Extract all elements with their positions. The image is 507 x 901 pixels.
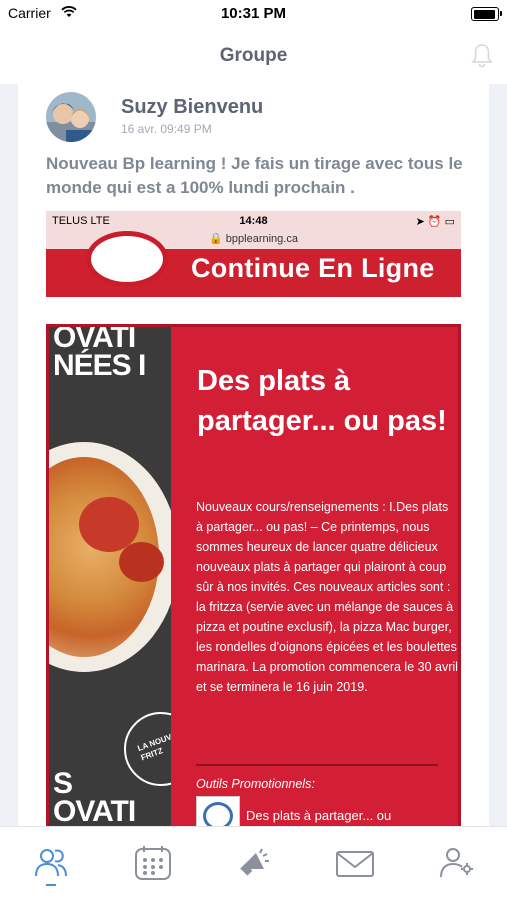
tab-messages[interactable]	[304, 827, 405, 901]
status-bar: Carrier 10:31 PM	[0, 0, 507, 28]
megaphone-icon	[240, 848, 269, 876]
clock: 10:31 PM	[220, 5, 287, 22]
avatar[interactable]	[46, 92, 96, 142]
promo-tools-item: Des plats à partager... ou	[246, 808, 392, 823]
fritzza-stamp: LA NOUVELLE FRITZ	[124, 712, 171, 786]
attachment-image-1[interactable]: TELUS LTE 14:48 ➤ ⏰ ▭ 🔒 bpplearning.ca C…	[46, 211, 461, 297]
group-icon	[35, 849, 67, 877]
screenshot-banner: Continue En Ligne	[46, 231, 461, 297]
screenshot-time: 14:48	[239, 215, 268, 227]
mail-icon	[336, 851, 374, 877]
tab-group[interactable]	[0, 827, 101, 901]
banner-text: Continue En Ligne	[191, 253, 435, 283]
calendar-icon	[135, 846, 171, 880]
screenshot-status-icons: ➤ ⏰ ▭	[415, 216, 455, 228]
post-text: Nouveau Bp learning ! Je fais un tirage …	[46, 154, 463, 197]
nav-bar: Groupe	[0, 28, 507, 84]
attachment-image-2[interactable]: OVATI NÉES I LA NOUVELLE FRITZ S OVATI D…	[46, 324, 461, 826]
promo-photo-text: NÉES I	[53, 349, 146, 382]
promo-photo: OVATI NÉES I LA NOUVELLE FRITZ S OVATI	[49, 327, 171, 826]
battery-icon	[471, 7, 502, 21]
tab-announcements[interactable]	[203, 827, 304, 901]
promo-body: Nouveaux cours/renseignements : I.Des pl…	[196, 500, 458, 694]
promo-thumbnail	[196, 796, 240, 826]
post-date: 16 avr. 09:49 PM	[121, 122, 212, 136]
brand-logo-icon	[86, 231, 168, 287]
tab-bar	[0, 826, 507, 901]
promo-tools-label: Outils Promotionnels:	[196, 777, 315, 791]
screenshot-status-bar: TELUS LTE 14:48 ➤ ⏰ ▭	[46, 211, 461, 231]
post-author[interactable]: Suzy Bienvenu	[121, 96, 263, 119]
page-title: Groupe	[219, 45, 288, 66]
promo-photo-text: OVATI	[53, 795, 136, 826]
promo-title: Des plats à partager... ou pas!	[197, 365, 447, 437]
bell-icon[interactable]	[471, 42, 493, 68]
post-card[interactable]: Suzy Bienvenu 16 avr. 09:49 PM Nouveau B…	[18, 84, 489, 826]
user-settings-icon	[440, 848, 473, 878]
tab-profile[interactable]	[405, 827, 506, 901]
stamp-text: LA NOUVELLE FRITZ	[136, 725, 171, 763]
divider	[196, 764, 438, 766]
tab-calendar[interactable]	[102, 827, 203, 901]
active-tab-indicator	[46, 884, 56, 886]
